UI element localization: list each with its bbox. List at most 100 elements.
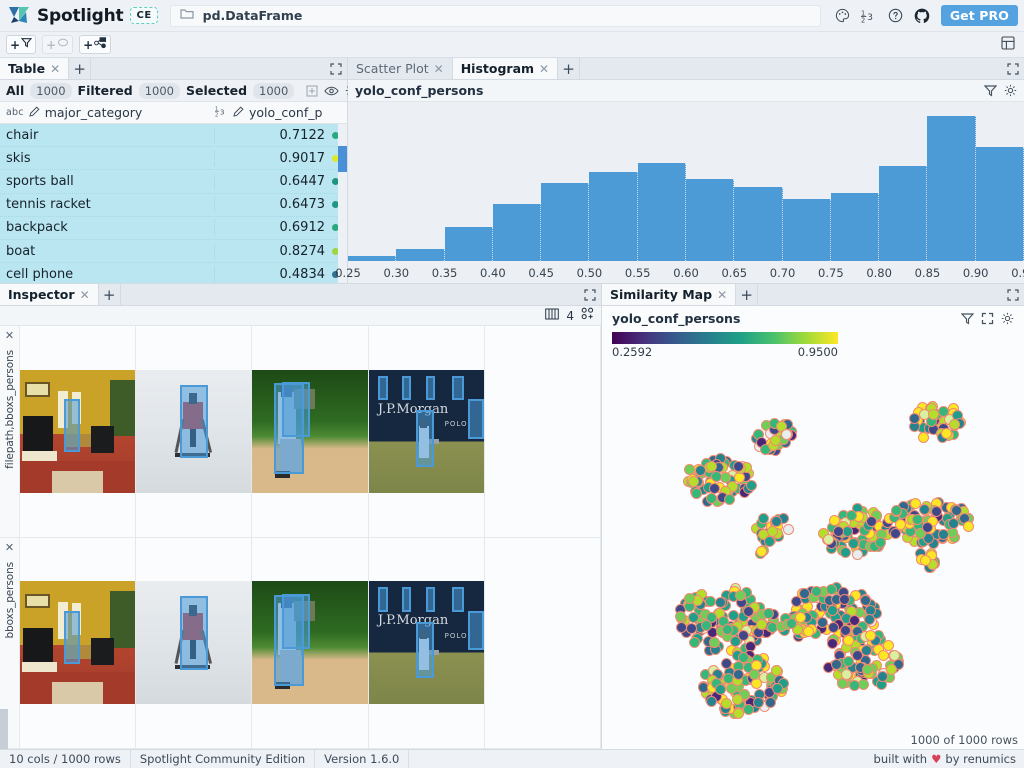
inspector-cell-living-room-2[interactable] <box>20 538 136 749</box>
similarity-point[interactable] <box>920 555 931 566</box>
similarity-point[interactable] <box>826 584 837 595</box>
add-relation-button[interactable]: + <box>79 35 111 54</box>
similarity-point[interactable] <box>705 596 716 607</box>
help-circle-icon[interactable] <box>888 8 903 23</box>
histogram-bar[interactable] <box>445 227 493 261</box>
table-row[interactable]: chair 0.7122 <box>0 124 347 147</box>
similarity-point[interactable] <box>843 635 854 646</box>
similarity-point[interactable] <box>753 697 764 708</box>
inspector-cell-baseball-2[interactable] <box>252 538 368 749</box>
close-icon[interactable]: ✕ <box>539 62 549 76</box>
inspector-cell-empty[interactable] <box>485 326 601 537</box>
inspector-cell-empty-2[interactable] <box>485 538 601 749</box>
inspector-cell-tennis[interactable]: J.P.Morgan POLO <box>369 326 485 537</box>
histogram-bar[interactable] <box>396 249 444 261</box>
similarity-point[interactable] <box>803 626 814 637</box>
column-major-category[interactable]: abc major_category <box>0 105 215 120</box>
tab-histogram[interactable]: Histogram ✕ <box>453 58 558 79</box>
table-row[interactable]: cell phone 0.4834 <box>0 263 347 283</box>
similarity-point[interactable] <box>711 471 722 482</box>
table-row[interactable]: boat 0.8274 <box>0 240 347 263</box>
inspector-cell-tennis-2[interactable]: J.P.Morgan POLO <box>369 538 485 749</box>
histogram-bar[interactable] <box>686 179 734 261</box>
gear-icon[interactable] <box>1004 84 1017 97</box>
histogram-bar[interactable] <box>831 193 879 261</box>
similarity-point[interactable] <box>706 493 717 504</box>
edit-pencil-icon[interactable] <box>29 105 40 120</box>
similarity-point[interactable] <box>706 696 717 707</box>
histogram-chart[interactable]: 0.250.300.350.400.450.500.550.600.650.70… <box>348 102 1024 283</box>
similarity-point[interactable] <box>701 620 712 631</box>
similarity-point[interactable] <box>721 658 732 669</box>
similarity-point[interactable] <box>691 488 702 499</box>
similarity-point[interactable] <box>849 680 860 691</box>
histogram-bar[interactable] <box>734 187 782 261</box>
similarity-point[interactable] <box>951 505 962 516</box>
scrollbar-thumb[interactable] <box>338 146 347 172</box>
close-icon[interactable]: ✕ <box>50 62 60 76</box>
similarity-point[interactable] <box>706 461 717 472</box>
tab-inspector[interactable]: Inspector ✕ <box>0 284 99 305</box>
edit-pencil-icon-2[interactable] <box>233 105 244 120</box>
table-row[interactable]: skis 0.9017 <box>0 147 347 170</box>
similarity-point[interactable] <box>912 514 923 525</box>
similarity-point[interactable] <box>756 619 767 630</box>
columns-icon[interactable] <box>545 308 559 324</box>
similarity-point[interactable] <box>827 605 838 616</box>
add-group-button[interactable]: + <box>42 35 73 54</box>
add-tab-button[interactable]: + <box>558 58 580 79</box>
similarity-point[interactable] <box>963 521 974 532</box>
similarity-point[interactable] <box>948 518 959 529</box>
github-icon[interactable] <box>914 8 930 24</box>
add-tab-button[interactable]: + <box>69 58 91 79</box>
gear-icon[interactable] <box>1001 312 1014 325</box>
histogram-bar[interactable] <box>879 166 927 261</box>
similarity-point[interactable] <box>767 526 778 537</box>
similarity-point[interactable] <box>709 637 720 648</box>
similarity-point[interactable] <box>675 611 686 622</box>
similarity-point[interactable] <box>770 435 781 446</box>
similarity-point[interactable] <box>724 494 735 505</box>
close-icon[interactable]: ✕ <box>717 288 727 302</box>
similarity-point[interactable] <box>886 664 897 675</box>
funnel-icon[interactable] <box>961 312 974 325</box>
similarity-point[interactable] <box>733 708 744 719</box>
add-tab-button[interactable]: + <box>99 284 121 305</box>
similarity-point[interactable] <box>852 549 863 560</box>
similarity-point[interactable] <box>763 608 774 619</box>
similarity-point[interactable] <box>938 406 949 417</box>
similarity-scatter[interactable]: 1000 of 1000 rows <box>602 359 1024 749</box>
histogram-bar[interactable] <box>493 204 541 261</box>
similarity-point[interactable] <box>840 547 851 558</box>
add-view-icon[interactable] <box>581 307 594 324</box>
similarity-point[interactable] <box>751 678 762 689</box>
similarity-point[interactable] <box>862 664 873 675</box>
similarity-point[interactable] <box>931 506 942 517</box>
fullscreen-icon[interactable] <box>981 312 994 325</box>
similarity-point[interactable] <box>689 637 700 648</box>
similarity-point[interactable] <box>928 409 939 420</box>
expand-icon[interactable] <box>1002 58 1024 79</box>
similarity-point[interactable] <box>918 432 929 443</box>
histogram-bar[interactable] <box>589 172 637 261</box>
table-row[interactable]: backpack 0.6912 <box>0 217 347 240</box>
similarity-point[interactable] <box>686 623 697 634</box>
similarity-point[interactable] <box>875 537 886 548</box>
column-yolo-conf[interactable]: 1 2 3 yolo_conf_p <box>215 105 347 120</box>
inspector-cell-living-room[interactable] <box>20 326 136 537</box>
add-column-icon[interactable] <box>306 85 318 97</box>
similarity-point[interactable] <box>883 640 894 651</box>
dataset-field[interactable]: pd.DataFrame <box>170 5 821 27</box>
inspector-cell-ski-2[interactable] <box>136 538 252 749</box>
similarity-point[interactable] <box>733 669 744 680</box>
table-row[interactable]: tennis racket 0.6473 <box>0 194 347 217</box>
inspector-cell-ski[interactable] <box>136 326 252 537</box>
table-vertical-scrollbar[interactable] <box>338 124 347 283</box>
table-row[interactable]: sports ball 0.6447 <box>0 170 347 193</box>
tab-table[interactable]: Table ✕ <box>0 58 69 79</box>
similarity-point[interactable] <box>722 624 733 635</box>
numeric-format-icon[interactable]: 1 2 3 <box>861 8 877 23</box>
get-pro-button[interactable]: Get PRO <box>941 5 1018 26</box>
inspector-body[interactable]: ✕ filepath,bboxs_persons ✕ bboxs_persons <box>0 326 601 749</box>
expand-icon[interactable] <box>325 58 347 79</box>
